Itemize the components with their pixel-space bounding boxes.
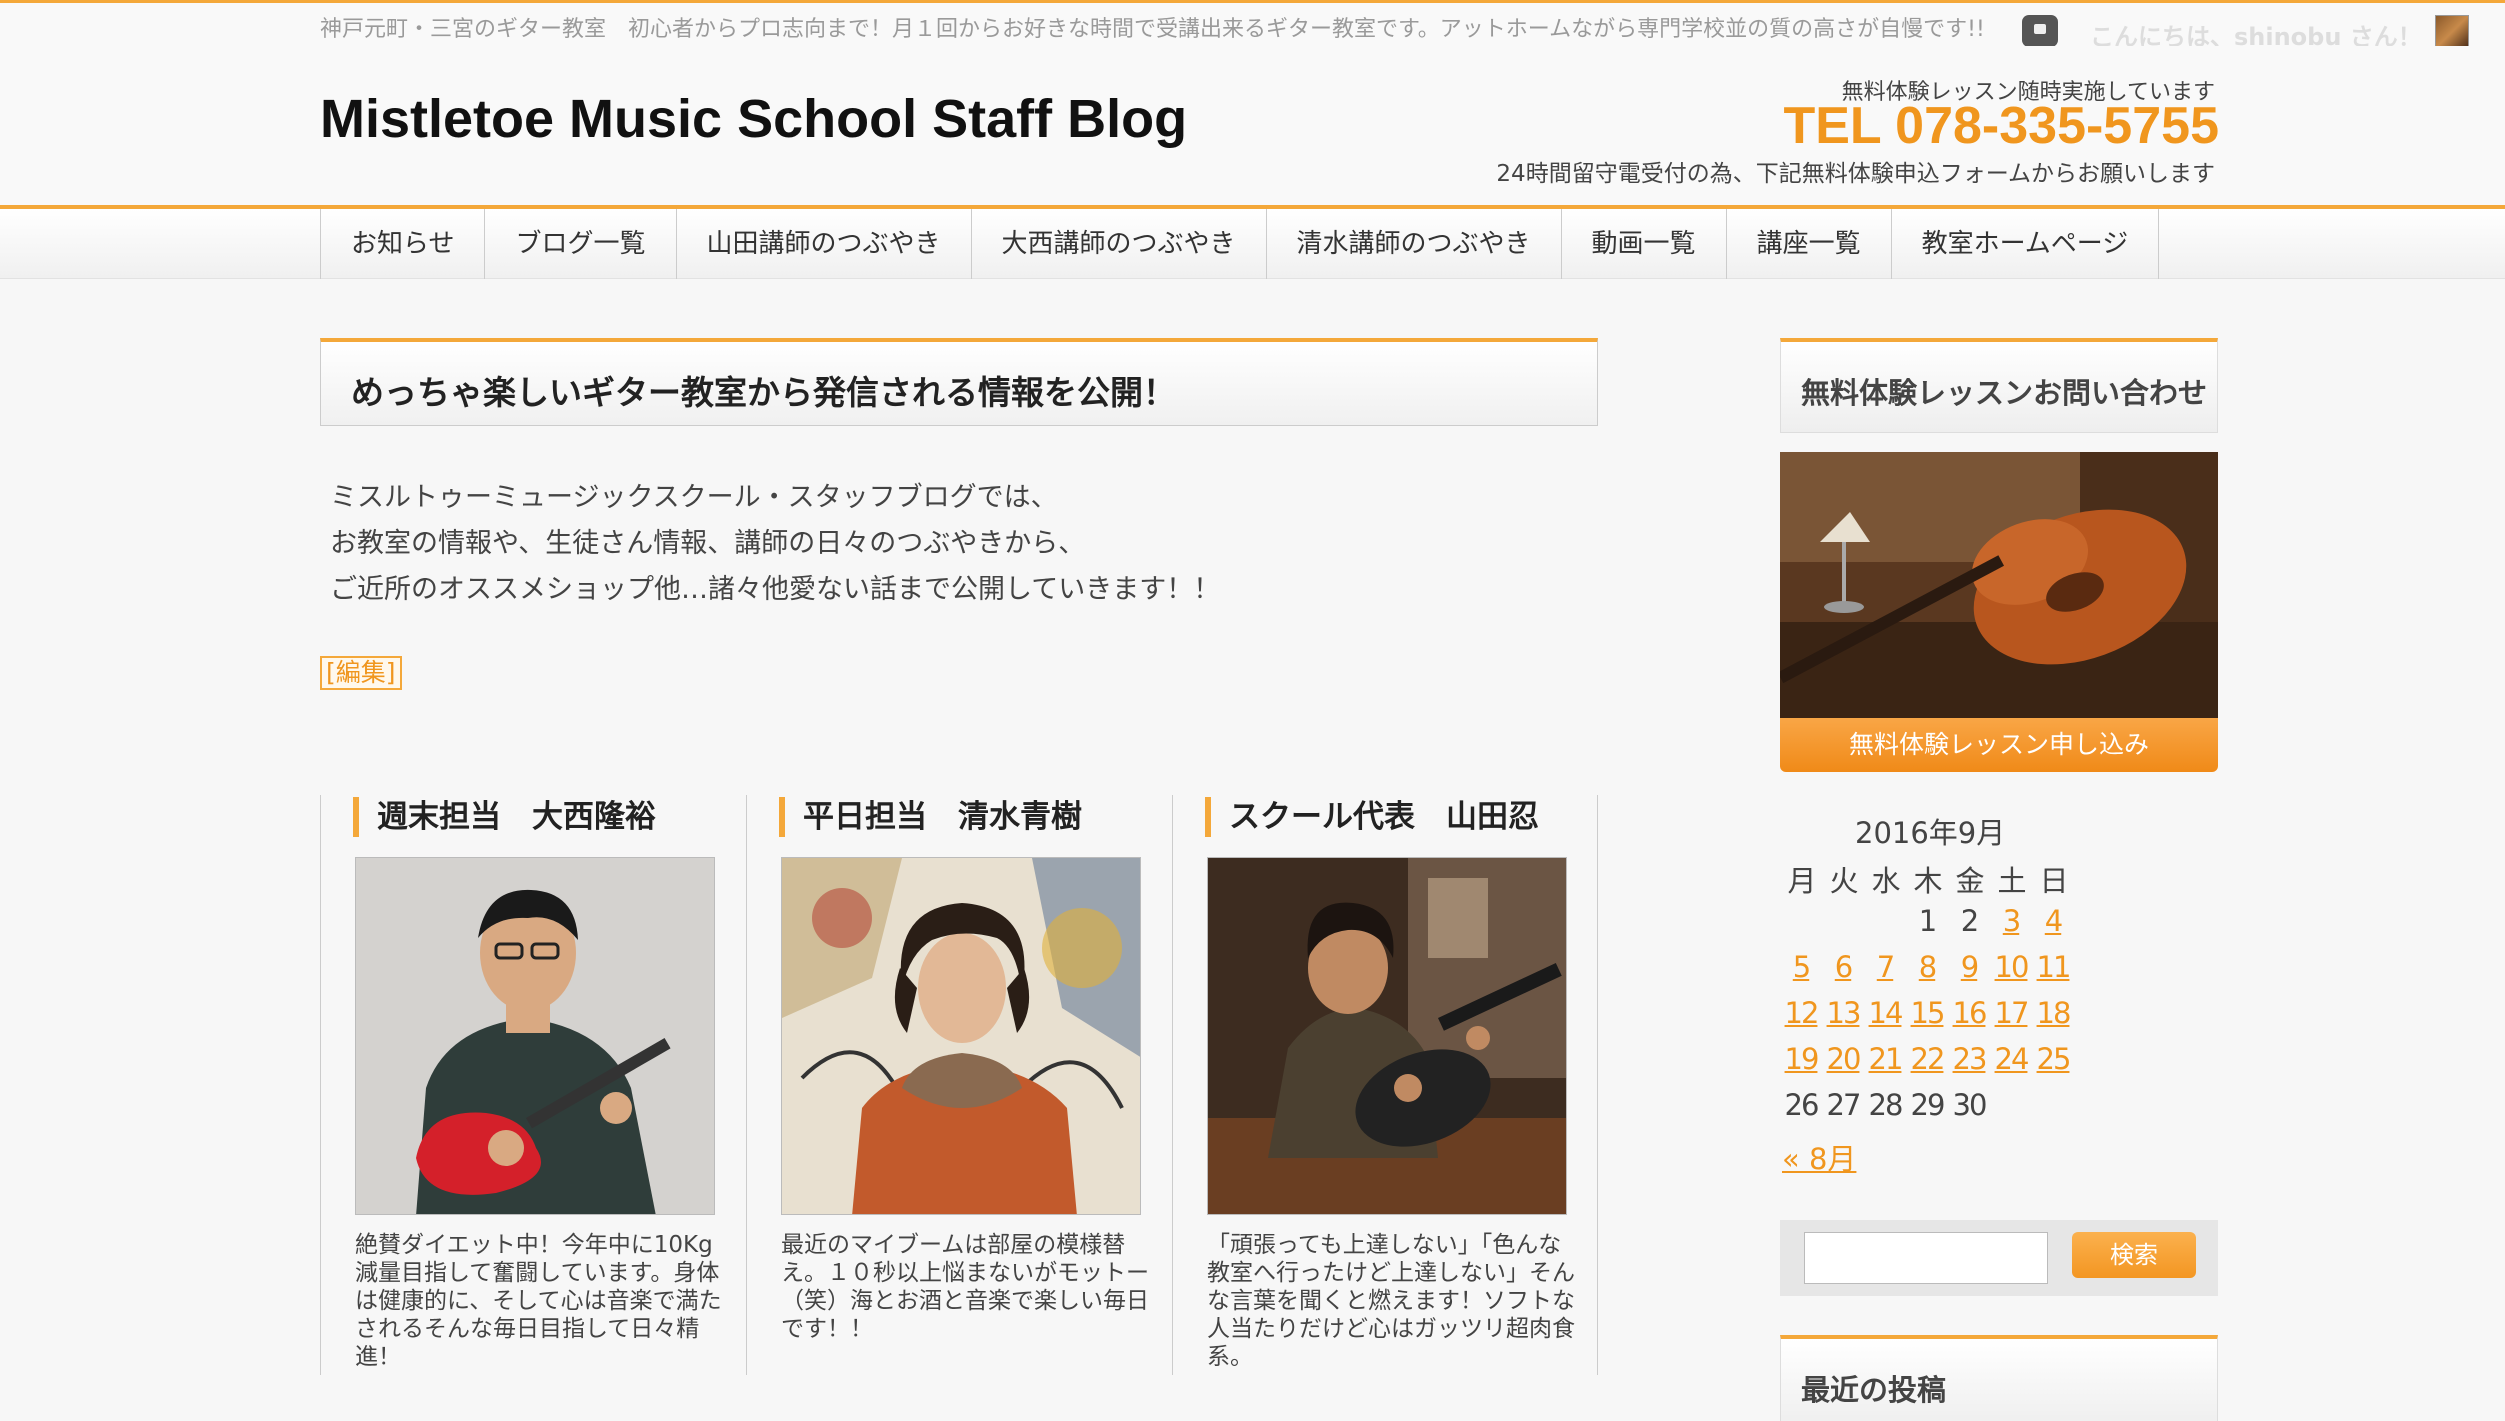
- calendar-week-row: 26 27 28 29 30: [1780, 1088, 2074, 1134]
- inquiry-widget-header: 無料体験レッスンお問い合わせ: [1780, 338, 2218, 433]
- calendar-day[interactable]: 18: [2032, 996, 2074, 1042]
- calendar-day[interactable]: 17: [1990, 996, 2032, 1042]
- calendar-day: [1822, 904, 1864, 950]
- staff-section: 週末担当 大西隆裕 絶賛ダイエット中！今年中に10Kg減量目指して奮闘しています…: [320, 795, 1598, 1375]
- calendar-weekday: 金: [1955, 864, 1984, 898]
- calendar-day[interactable]: 23: [1948, 1042, 1990, 1088]
- calendar-weekday: 水: [1871, 864, 1900, 898]
- staff-card-onishi: 週末担当 大西隆裕 絶賛ダイエット中！今年中に10Kg減量目指して奮闘しています…: [320, 795, 746, 1375]
- calendar-week-row: 5 6 7 8 9 10 11: [1780, 950, 2074, 996]
- calendar-day: 1: [1918, 904, 1937, 938]
- calendar-day[interactable]: 4: [2032, 904, 2074, 950]
- calendar-day: 2: [1960, 904, 1979, 938]
- nav-item-courses[interactable]: 講座一覧: [1727, 209, 1892, 279]
- nav-item-videos[interactable]: 動画一覧: [1562, 209, 1727, 279]
- staff-heading: 週末担当 大西隆裕: [353, 797, 656, 837]
- staff-bio: 絶賛ダイエット中！今年中に10Kg減量目指して奮闘しています。身体は健康的に、そ…: [355, 1232, 722, 1370]
- nav-item-blog-list[interactable]: ブログ一覧: [485, 209, 677, 279]
- calendar-day[interactable]: 21: [1864, 1042, 1906, 1088]
- staff-photo-shimizu: [781, 857, 1141, 1215]
- calendar-week-row: 1234: [1780, 904, 2074, 950]
- calendar-day[interactable]: 8: [1906, 950, 1948, 996]
- calendar-day[interactable]: 20: [1822, 1042, 1864, 1088]
- calendar-day: 28: [1868, 1088, 1904, 1122]
- staff-heading: 平日担当 清水青樹: [779, 797, 1082, 837]
- nav-item-shimizu[interactable]: 清水講師のつぶやき: [1267, 209, 1562, 279]
- main-nav: お知らせ ブログ一覧 山田講師のつぶやき 大西講師のつぶやき 清水講師のつぶやき…: [0, 209, 2505, 279]
- calendar-day: [2032, 1088, 2074, 1134]
- calendar-day[interactable]: 5: [1780, 950, 1822, 996]
- calendar-day[interactable]: 22: [1906, 1042, 1948, 1088]
- calendar-day[interactable]: 9: [1948, 950, 1990, 996]
- calendar-day: 29: [1910, 1088, 1946, 1122]
- intro-line: ミスルトゥーミュージックスクール・スタッフブログでは、: [330, 482, 1058, 513]
- nav-item-yamada[interactable]: 山田講師のつぶやき: [677, 209, 972, 279]
- calendar-day: [1864, 904, 1906, 950]
- calendar-weekday: 土: [1997, 864, 2026, 898]
- calendar-week-row: 19 20 21 22 23 24 25: [1780, 1042, 2074, 1088]
- calendar-weekday: 月: [1787, 864, 1816, 898]
- calendar-day: 30: [1952, 1088, 1988, 1122]
- search-button[interactable]: 検索: [2072, 1232, 2196, 1278]
- calendar-day[interactable]: 14: [1864, 996, 1906, 1042]
- calendar-day: 26: [1784, 1088, 1820, 1122]
- calendar-day: [1780, 904, 1822, 950]
- nav-item-news[interactable]: お知らせ: [321, 209, 486, 279]
- intro-line: お教室の情報や、生徒さん情報、講師の日々のつぶやきから、: [330, 528, 1086, 559]
- intro-line: ご近所のオススメショップ他…諸々他愛ない話まで公開していきます！！: [330, 574, 1221, 605]
- staff-photo-yamada: [1207, 857, 1567, 1215]
- calendar-day[interactable]: 10: [1990, 950, 2032, 996]
- calendar-day[interactable]: 11: [2032, 950, 2074, 996]
- calendar-day[interactable]: 24: [1990, 1042, 2032, 1088]
- calendar-weekday: 火: [1829, 864, 1858, 898]
- calendar-day[interactable]: 7: [1864, 950, 1906, 996]
- calendar-day: [1990, 1088, 2032, 1134]
- top-bar: 神戸元町・三宮のギター教室 初心者からプロ志向まで！月１回からお好きな時間で受講…: [0, 0, 2505, 51]
- staff-bio: 最近のマイブームは部屋の模様替え。１０秒以上悩まないがモットー（笑）海とお酒と音…: [781, 1232, 1149, 1342]
- calendar-day[interactable]: 6: [1822, 950, 1864, 996]
- calendar-day[interactable]: 25: [2032, 1042, 2074, 1088]
- calendar-week-row: 12 13 14 15 16 17 18: [1780, 996, 2074, 1042]
- phone-note: 24時間留守電受付の為、下記無料体験申込フォームからお願いします: [1496, 161, 2215, 187]
- staff-card-shimizu: 平日担当 清水青樹 最近のマイブームは部屋の模様替え。１０秒以上悩まないがモット…: [746, 795, 1172, 1375]
- search-widget: 検索: [1780, 1220, 2218, 1296]
- site-title[interactable]: Mistletoe Music School Staff Blog: [320, 88, 1187, 150]
- avatar[interactable]: [2435, 15, 2469, 49]
- nav-item-onishi[interactable]: 大西講師のつぶやき: [972, 209, 1267, 279]
- intro-text: ミスルトゥーミュージックスクール・スタッフブログでは、 お教室の情報や、生徒さん…: [330, 475, 1220, 613]
- staff-card-yamada: スクール代表 山田忍 「頑張っても上達しない」「色んな教室へ行ったけど上達しない…: [1172, 795, 1598, 1375]
- staff-photo-onishi: [355, 857, 715, 1215]
- calendar-weekday-row: 月火水木金土日: [1780, 858, 2074, 904]
- recent-posts-widget-header: 最近の投稿: [1780, 1335, 2218, 1421]
- page-heading-box: めっちゃ楽しいギター教室から発信される情報を公開！: [320, 338, 1598, 426]
- calendar-day[interactable]: 19: [1780, 1042, 1822, 1088]
- calendar-day[interactable]: 12: [1780, 996, 1822, 1042]
- edit-link[interactable]: [編集]: [320, 656, 402, 690]
- page-title: めっちゃ楽しいギター教室から発信される情報を公開！: [351, 373, 1176, 412]
- search-input[interactable]: [1804, 1232, 2048, 1284]
- calendar-day[interactable]: 15: [1906, 996, 1948, 1042]
- site-tagline: 神戸元町・三宮のギター教室 初心者からプロ志向まで！月１回からお好きな時間で受講…: [320, 17, 1985, 42]
- staff-bio: 「頑張っても上達しない」「色んな教室へ行ったけど上達しない」そんな言葉を聞くと燃…: [1207, 1232, 1575, 1370]
- comment-icon[interactable]: [2022, 15, 2058, 47]
- calendar-prev-month-link[interactable]: « 8月: [1782, 1136, 1856, 1178]
- calendar-day: 27: [1826, 1088, 1862, 1122]
- calendar-day[interactable]: 13: [1822, 996, 1864, 1042]
- widget-title: 無料体験レッスンお問い合わせ: [1801, 376, 2208, 410]
- calendar-day[interactable]: 3: [1990, 904, 2032, 950]
- nav-item-homepage[interactable]: 教室ホームページ: [1892, 209, 2160, 279]
- calendar-day[interactable]: 16: [1948, 996, 1990, 1042]
- site-header: Mistletoe Music School Staff Blog 無料体験レッ…: [0, 46, 2505, 208]
- calendar-grid: 月火水木金土日 1 2 3 4 5 6 7 8 9 10 11 12 13 14 15 16 17 18 19 20 21…: [1780, 858, 2074, 1134]
- phone-number: TEL 078-335-5755: [1783, 97, 2219, 155]
- trial-lesson-image[interactable]: [1780, 452, 2218, 718]
- calendar-weekday: 日: [2039, 864, 2068, 898]
- calendar-weekday: 木: [1913, 864, 1942, 898]
- widget-title: 最近の投稿: [1801, 1373, 1947, 1407]
- staff-heading: スクール代表 山田忍: [1205, 797, 1539, 837]
- trial-lesson-button[interactable]: 無料体験レッスン申し込み: [1780, 718, 2218, 772]
- calendar-caption: 2016年9月: [1855, 816, 2006, 850]
